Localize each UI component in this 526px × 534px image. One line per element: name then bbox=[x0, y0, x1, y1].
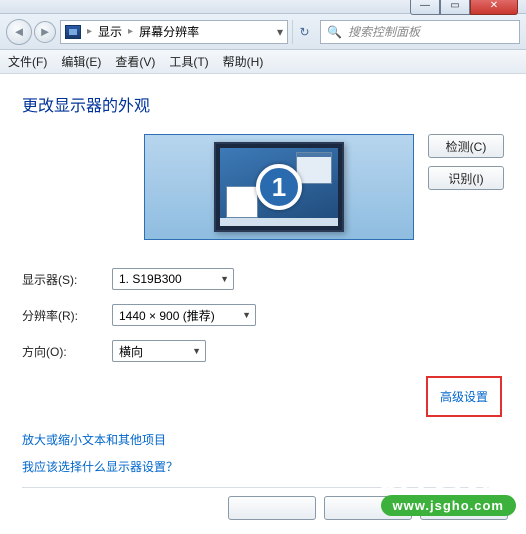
display-select[interactable]: 1. S19B300 ▼ bbox=[112, 268, 234, 290]
preview-row: 1 检测(C) 识别(I) bbox=[22, 134, 504, 240]
close-button[interactable]: ✕ bbox=[470, 0, 518, 15]
display-row: 显示器(S): 1. S19B300 ▼ bbox=[22, 268, 504, 290]
orientation-select[interactable]: 横向 ▼ bbox=[112, 340, 206, 362]
bottom-buttons: 应用(A) bbox=[228, 496, 508, 520]
advanced-wrap: 高级设置 bbox=[22, 376, 502, 417]
apply-button[interactable]: 应用(A) bbox=[420, 496, 508, 520]
monitor-preview[interactable]: 1 bbox=[144, 134, 414, 240]
chevron-down-icon: ▾ bbox=[277, 25, 283, 39]
content-area: 更改显示器的外观 1 检测(C) 识别(I) 显示器(S): 1. S19B30… bbox=[0, 74, 526, 508]
window-controls: — ▭ ✕ bbox=[410, 0, 518, 15]
menu-tools[interactable]: 工具(T) bbox=[169, 53, 208, 70]
breadcrumb-display[interactable]: 显示 bbox=[98, 23, 122, 40]
chevron-down-icon: ▼ bbox=[242, 310, 251, 320]
ok-button[interactable] bbox=[228, 496, 316, 520]
orientation-value: 横向 bbox=[119, 343, 143, 360]
search-icon: 🔍 bbox=[327, 25, 342, 39]
titlebar: — ▭ ✕ bbox=[0, 0, 526, 14]
breadcrumb-sep-icon: ▸ bbox=[128, 26, 133, 37]
navbar: ◄ ► ▸ 显示 ▸ 屏幕分辨率 ▾ ↻ 🔍 搜索控制面板 bbox=[0, 14, 526, 50]
display-label: 显示器(S): bbox=[22, 271, 112, 288]
back-button[interactable]: ◄ bbox=[6, 19, 32, 45]
identify-button[interactable]: 识别(I) bbox=[428, 166, 504, 190]
detect-button[interactable]: 检测(C) bbox=[428, 134, 504, 158]
address-bar[interactable]: ▸ 显示 ▸ 屏幕分辨率 ▾ bbox=[60, 20, 288, 44]
address-dropdown[interactable]: ▾ bbox=[277, 25, 283, 39]
breadcrumb-resolution[interactable]: 屏幕分辨率 bbox=[139, 23, 199, 40]
what-display-link[interactable]: 我应该选择什么显示器设置？ bbox=[22, 458, 504, 475]
menu-help[interactable]: 帮助(H) bbox=[223, 53, 264, 70]
refresh-button[interactable]: ↻ bbox=[292, 20, 316, 44]
control-panel-icon bbox=[65, 25, 81, 39]
resolution-row: 分辨率(R): 1440 × 900 (推荐) ▼ bbox=[22, 304, 504, 326]
side-buttons: 检测(C) 识别(I) bbox=[428, 134, 504, 190]
menu-view[interactable]: 查看(V) bbox=[115, 53, 155, 70]
page-title: 更改显示器的外观 bbox=[22, 92, 504, 116]
orientation-label: 方向(O): bbox=[22, 343, 112, 360]
menu-edit[interactable]: 编辑(E) bbox=[61, 53, 101, 70]
orientation-row: 方向(O): 横向 ▼ bbox=[22, 340, 504, 362]
chevron-down-icon: ▼ bbox=[220, 274, 229, 284]
minimize-button[interactable]: — bbox=[410, 0, 440, 15]
advanced-settings-link[interactable]: 高级设置 bbox=[426, 376, 502, 417]
display-value: 1. S19B300 bbox=[119, 272, 182, 286]
search-input[interactable]: 🔍 搜索控制面板 bbox=[320, 20, 520, 44]
menu-file[interactable]: 文件(F) bbox=[8, 53, 47, 70]
forward-button[interactable]: ► bbox=[34, 21, 56, 43]
search-placeholder: 搜索控制面板 bbox=[348, 23, 420, 40]
preview-window-icon bbox=[226, 186, 258, 218]
menubar: 文件(F) 编辑(E) 查看(V) 工具(T) 帮助(H) bbox=[0, 50, 526, 74]
text-size-link[interactable]: 放大或缩小文本和其他项目 bbox=[22, 431, 504, 448]
preview-taskbar bbox=[220, 218, 338, 226]
monitor-number-badge: 1 bbox=[256, 164, 302, 210]
cancel-button[interactable] bbox=[324, 496, 412, 520]
divider bbox=[22, 487, 504, 488]
breadcrumb-sep-icon: ▸ bbox=[87, 26, 92, 37]
chevron-down-icon: ▼ bbox=[192, 346, 201, 356]
monitor-frame: 1 bbox=[214, 142, 344, 232]
resolution-label: 分辨率(R): bbox=[22, 307, 112, 324]
preview-window-icon bbox=[296, 152, 332, 184]
maximize-button[interactable]: ▭ bbox=[440, 0, 470, 15]
resolution-value: 1440 × 900 (推荐) bbox=[119, 307, 215, 324]
resolution-select[interactable]: 1440 × 900 (推荐) ▼ bbox=[112, 304, 256, 326]
